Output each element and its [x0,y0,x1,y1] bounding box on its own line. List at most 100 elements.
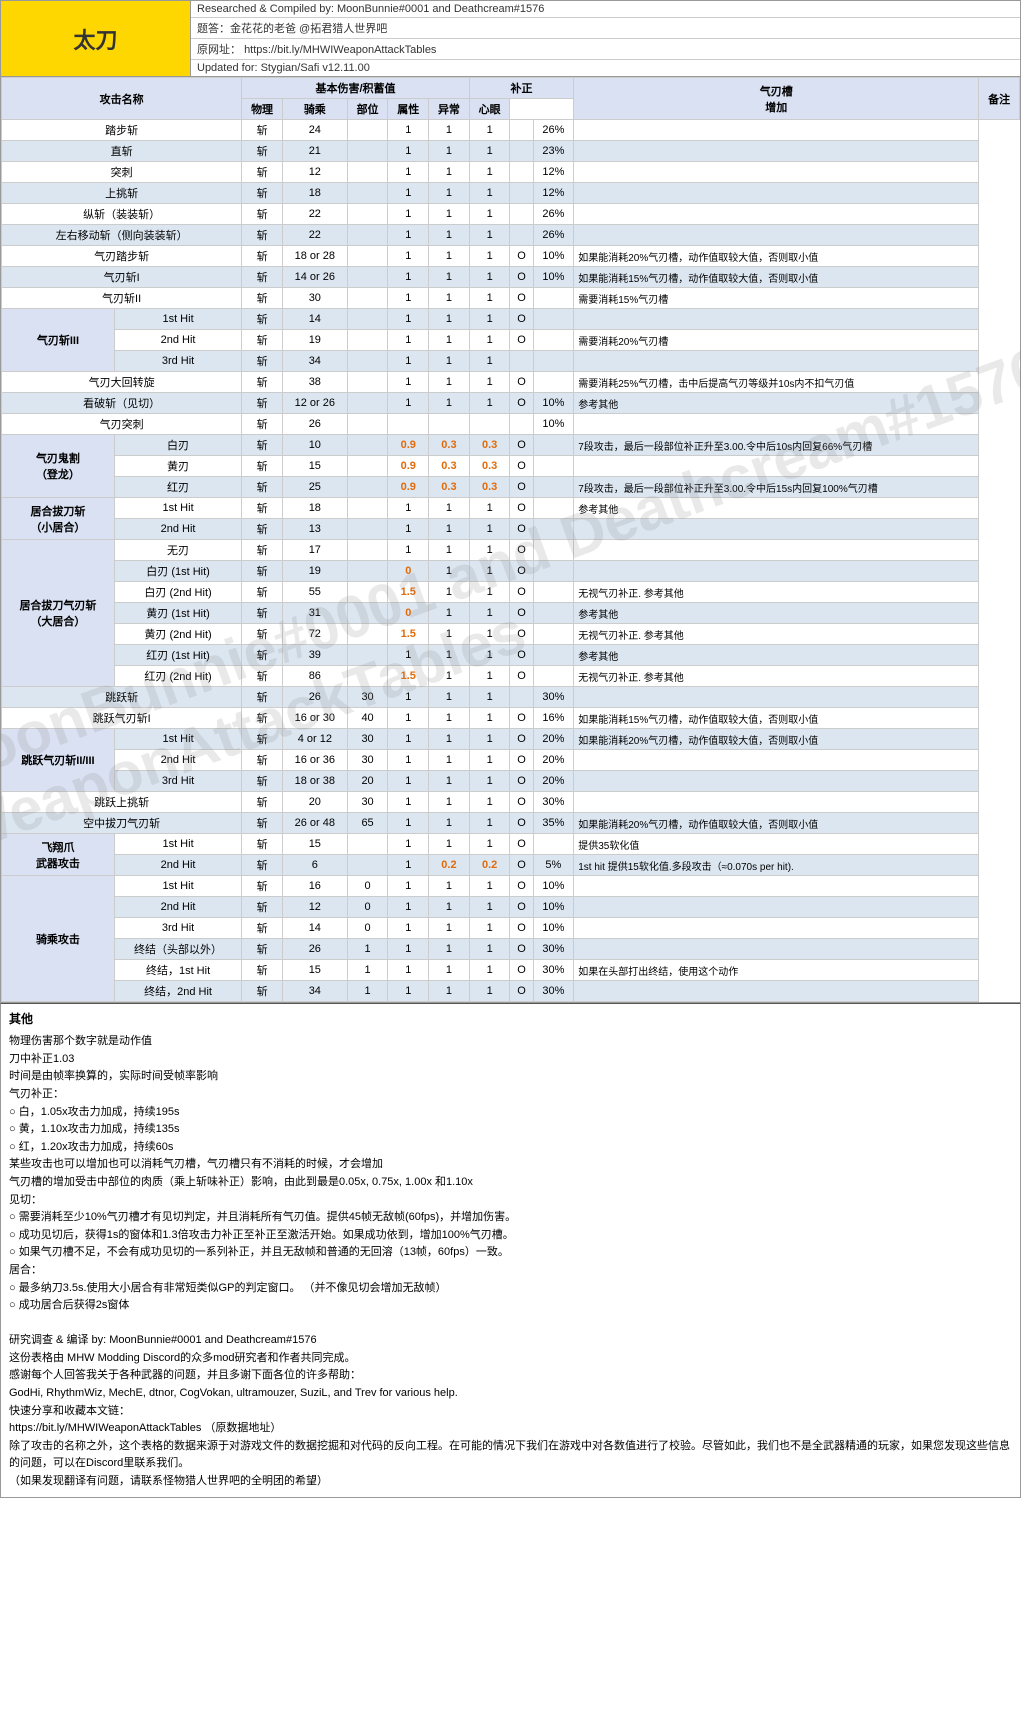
notes-value: 参考其他 [574,393,979,414]
ki-type: 斩 [242,351,283,372]
group-label: 飞翔爪 武器攻击 [2,834,115,876]
notes-value [574,897,979,918]
footer-credit-line: 这份表格由 MHW Modding Discord的众多mod研究者和作者共同完… [9,1350,1012,1368]
ki-type: 斩 [242,477,283,498]
subname: 3rd Hit [114,771,241,792]
abnormal-value: 0.3 [469,456,510,477]
ki-type: 斩 [242,393,283,414]
subname: 黄刃 (2nd Hit) [114,624,241,645]
riding-value: 0 [347,897,388,918]
part-value: 1 [388,372,429,393]
notes-value: 1st hit 提供15软化值.多段攻击（≈0.070s per hit). [574,855,979,876]
attack-name: 气刃斩II [2,288,242,309]
heart-value [510,225,533,246]
heart-value: O [510,582,533,603]
physical-value: 38 [282,372,347,393]
physical-value: 6 [282,855,347,876]
ki-boost-value [533,288,574,309]
attribute-value: 1 [429,939,470,960]
ki-boost-value [533,603,574,624]
abnormal-value: 1 [469,309,510,330]
notes-value [574,792,979,813]
footer-credit-line: GodHi, RhythmWiz, MechE, dtnor, CogVokan… [9,1385,1012,1403]
attack-name: 跳跃斩 [2,687,242,708]
physical-value: 22 [282,225,347,246]
abnormal-value: 1 [469,246,510,267]
riding-value: 1 [347,981,388,1002]
physical-value: 25 [282,477,347,498]
notes-value: 无视气刃补正. 参考其他 [574,624,979,645]
abnormal-value: 1 [469,351,510,372]
riding-value [347,855,388,876]
table-row: 白刃 (2nd Hit)斩551.511O无视气刃补正. 参考其他 [2,582,1020,603]
ki-boost-value: 30% [533,939,574,960]
abnormal-value: 1 [469,330,510,351]
physical-value: 15 [282,960,347,981]
part-value: 1 [388,855,429,876]
part-value: 1 [388,897,429,918]
notes-value [574,750,979,771]
table-row: 直斩斩2111123% [2,141,1020,162]
abnormal-value: 1 [469,771,510,792]
ki-boost-value: 20% [533,750,574,771]
abnormal-value: 1 [469,519,510,540]
notes-value [574,120,979,141]
table-row: 气刃突刺斩2610% [2,414,1020,435]
abnormal-value: 1 [469,918,510,939]
subname: 1st Hit [114,729,241,750]
physical-value: 4 or 12 [282,729,347,750]
abnormal-value: 1 [469,141,510,162]
physical-value: 20 [282,792,347,813]
physical-value: 14 or 26 [282,267,347,288]
physical-value: 18 or 38 [282,771,347,792]
heart-value: O [510,855,533,876]
attribute-value: 1 [429,876,470,897]
table-row: 3rd Hit斩140111O10% [2,918,1020,939]
attribute-value [429,414,470,435]
subname: 3rd Hit [114,918,241,939]
subname: 白刃 (2nd Hit) [114,582,241,603]
heart-value: O [510,897,533,918]
part-value: 1 [388,288,429,309]
physical-value: 14 [282,309,347,330]
attribute-value: 1 [429,771,470,792]
riding-value [347,561,388,582]
part-value: 0 [388,603,429,624]
physical-value: 12 [282,162,347,183]
heart-value: O [510,372,533,393]
notes-value [574,561,979,582]
table-row: 纵斩（装装斩）斩2211126% [2,204,1020,225]
ki-type: 斩 [242,456,283,477]
footer-note: ○ 白，1.05x攻击力加成，持续195s [9,1104,1012,1122]
table-row: 黄刃 (1st Hit)斩31011O参考其他 [2,603,1020,624]
table-row: 红刃 (2nd Hit)斩861.511O无视气刃补正. 参考其他 [2,666,1020,687]
subname: 红刃 (1st Hit) [114,645,241,666]
riding-value [347,603,388,624]
attack-name: 气刃大回转旋 [2,372,242,393]
riding-value: 1 [347,939,388,960]
heart-value [510,414,533,435]
ki-type: 斩 [242,183,283,204]
abnormal-value: 1 [469,708,510,729]
riding-value [347,666,388,687]
part-value: 1 [388,981,429,1002]
part-value: 1 [388,162,429,183]
footer-notes: 物理伤害那个数字就是动作值刀中补正1.03时间是由帧率换算的，实际时间受帧率影响… [9,1033,1012,1315]
table-row: 2nd Hit斩120111O10% [2,897,1020,918]
abnormal-value: 0.3 [469,435,510,456]
attribute-value: 1 [429,960,470,981]
subname: 2nd Hit [114,897,241,918]
subname: 终结，2nd Hit [114,981,241,1002]
credit-text: Researched & Compiled by: MoonBunnie#000… [197,3,544,15]
attribute-value: 1 [429,225,470,246]
part-value: 1 [388,246,429,267]
physical-value: 12 or 26 [282,393,347,414]
heart-value [510,141,533,162]
ki-type: 斩 [242,435,283,456]
notes-value: 需要消耗15%气刃槽 [574,288,979,309]
ki-boost-value: 10% [533,246,574,267]
notes-value [574,225,979,246]
attribute-value: 0.3 [429,435,470,456]
notes-value: 如果能消耗20%气刃槽，动作值取较大值，否则取小值 [574,813,979,834]
table-row: 3rd Hit斩34111 [2,351,1020,372]
